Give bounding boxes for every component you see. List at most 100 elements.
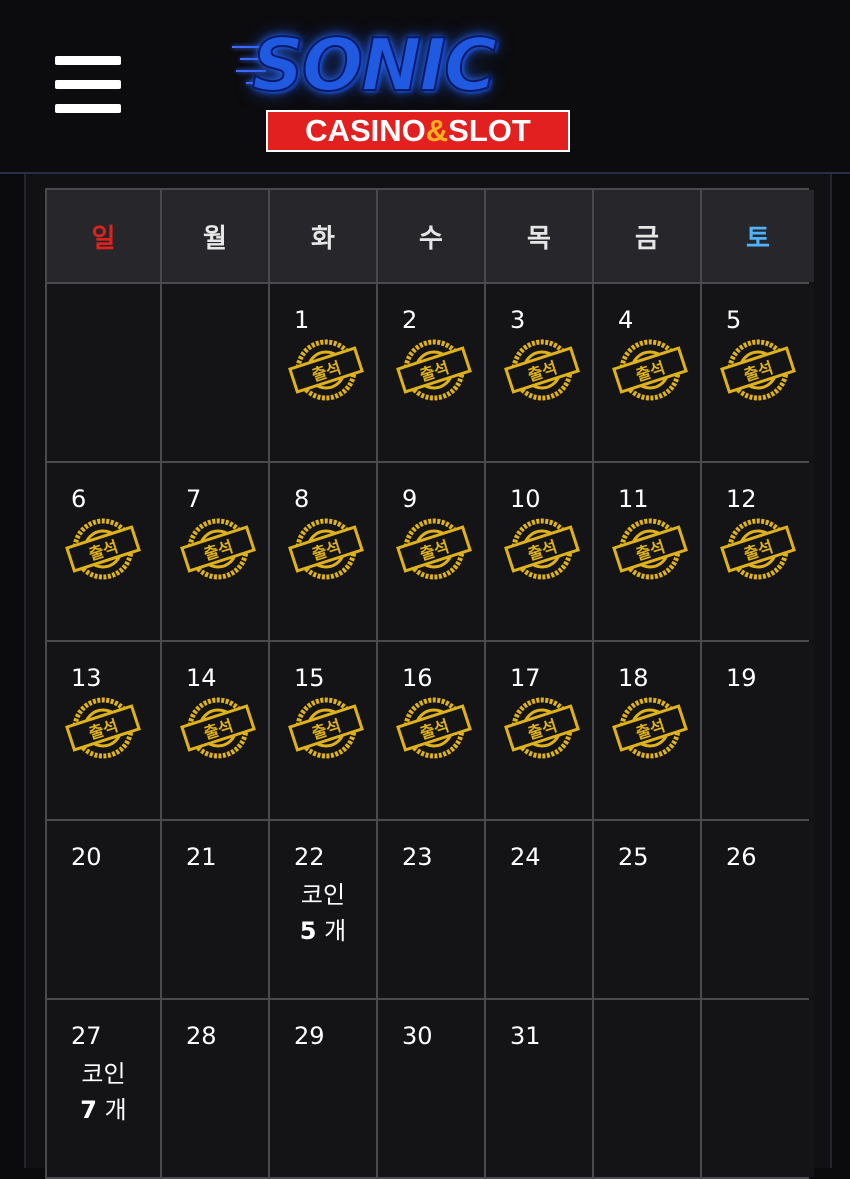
day-number: 1 bbox=[294, 306, 310, 334]
calendar-day-15[interactable]: 15 출석 bbox=[270, 642, 376, 819]
attendance-calendar: 일 월 화 수 목 금 토 1 출석 2 출석 3 출석 4 출석 5 출석 6 출석 7 출석 8 출석 9 출… bbox=[45, 188, 814, 1179]
attendance-stamp-icon: 출석 bbox=[612, 517, 690, 581]
attendance-stamp-icon: 출석 bbox=[65, 517, 143, 581]
calendar-empty-cell bbox=[162, 284, 268, 461]
day-number: 26 bbox=[726, 843, 757, 871]
day-number: 15 bbox=[294, 664, 325, 692]
day-number: 31 bbox=[510, 1022, 541, 1050]
day-number: 21 bbox=[186, 843, 217, 871]
calendar-empty-cell bbox=[702, 1000, 814, 1177]
attendance-stamp-icon: 출석 bbox=[288, 338, 366, 402]
sonic-casino-slot-logo[interactable]: SONIC CASINO&SLOT bbox=[232, 22, 612, 152]
attendance-stamp-icon: 출석 bbox=[720, 338, 798, 402]
day-number: 2 bbox=[402, 306, 418, 334]
attendance-stamp-icon: 출석 bbox=[180, 696, 258, 760]
calendar-day-27[interactable]: 27 코인 7 개 bbox=[47, 1000, 160, 1177]
day-number: 11 bbox=[618, 485, 649, 513]
calendar-day-10[interactable]: 10 출석 bbox=[486, 463, 592, 640]
calendar-day-4[interactable]: 4 출석 bbox=[594, 284, 700, 461]
coin-label: 코인 bbox=[300, 881, 346, 909]
calendar-day-11[interactable]: 11 출석 bbox=[594, 463, 700, 640]
calendar-day-5[interactable]: 5 출석 bbox=[702, 284, 814, 461]
calendar-day-20[interactable]: 20 bbox=[47, 821, 160, 998]
day-number: 7 bbox=[186, 485, 202, 513]
weekday-mon: 월 bbox=[162, 190, 268, 282]
calendar-day-8[interactable]: 8 출석 bbox=[270, 463, 376, 640]
calendar-day-21[interactable]: 21 bbox=[162, 821, 268, 998]
day-number: 14 bbox=[186, 664, 217, 692]
calendar-day-17[interactable]: 17 출석 bbox=[486, 642, 592, 819]
day-number: 17 bbox=[510, 664, 541, 692]
calendar-day-19[interactable]: 19 bbox=[702, 642, 814, 819]
calendar-day-23[interactable]: 23 bbox=[378, 821, 484, 998]
day-number: 12 bbox=[726, 485, 757, 513]
day-number: 5 bbox=[726, 306, 742, 334]
menu-icon[interactable] bbox=[55, 56, 121, 114]
coin-reward: 코인 7 개 bbox=[47, 1056, 160, 1128]
day-number: 10 bbox=[510, 485, 541, 513]
day-number: 27 bbox=[71, 1022, 102, 1050]
weekday-fri: 금 bbox=[594, 190, 700, 282]
calendar-day-6[interactable]: 6 출석 bbox=[47, 463, 160, 640]
day-number: 9 bbox=[402, 485, 418, 513]
attendance-stamp-icon: 출석 bbox=[65, 696, 143, 760]
calendar-day-30[interactable]: 30 bbox=[378, 1000, 484, 1177]
calendar-day-1[interactable]: 1 출석 bbox=[270, 284, 376, 461]
calendar-day-13[interactable]: 13 출석 bbox=[47, 642, 160, 819]
calendar-day-7[interactable]: 7 출석 bbox=[162, 463, 268, 640]
site-header: SONIC CASINO&SLOT bbox=[0, 0, 850, 174]
attendance-stamp-icon: 출석 bbox=[504, 338, 582, 402]
attendance-stamp-icon: 출석 bbox=[504, 696, 582, 760]
weekday-sun: 일 bbox=[47, 190, 160, 282]
coin-unit: 개 bbox=[104, 1096, 127, 1124]
logo-sub-amp: & bbox=[425, 113, 449, 148]
attendance-stamp-icon: 출석 bbox=[612, 338, 690, 402]
coin-unit: 개 bbox=[324, 917, 347, 945]
calendar-day-28[interactable]: 28 bbox=[162, 1000, 268, 1177]
calendar-day-26[interactable]: 26 bbox=[702, 821, 814, 998]
day-number: 25 bbox=[618, 843, 649, 871]
day-number: 6 bbox=[71, 485, 87, 513]
calendar-day-12[interactable]: 12 출석 bbox=[702, 463, 814, 640]
attendance-stamp-icon: 출석 bbox=[612, 696, 690, 760]
day-number: 13 bbox=[71, 664, 102, 692]
calendar-day-31[interactable]: 31 bbox=[486, 1000, 592, 1177]
attendance-stamp-icon: 출석 bbox=[396, 517, 474, 581]
calendar-empty-cell bbox=[47, 284, 160, 461]
coin-reward: 코인 5 개 bbox=[270, 877, 376, 949]
attendance-stamp-icon: 출석 bbox=[396, 696, 474, 760]
attendance-stamp-icon: 출석 bbox=[504, 517, 582, 581]
calendar-day-14[interactable]: 14 출석 bbox=[162, 642, 268, 819]
calendar-day-9[interactable]: 9 출석 bbox=[378, 463, 484, 640]
weekday-wed: 수 bbox=[378, 190, 484, 282]
calendar-day-2[interactable]: 2 출석 bbox=[378, 284, 484, 461]
weekday-thu: 목 bbox=[486, 190, 592, 282]
logo-title: SONIC bbox=[251, 22, 498, 108]
day-number: 3 bbox=[510, 306, 526, 334]
day-number: 29 bbox=[294, 1022, 325, 1050]
attendance-stamp-icon: 출석 bbox=[396, 338, 474, 402]
calendar-day-29[interactable]: 29 bbox=[270, 1000, 376, 1177]
attendance-stamp-icon: 출석 bbox=[288, 696, 366, 760]
coin-count: 7 bbox=[80, 1096, 97, 1124]
calendar-day-22[interactable]: 22 코인 5 개 bbox=[270, 821, 376, 998]
day-number: 16 bbox=[402, 664, 433, 692]
weekday-tue: 화 bbox=[270, 190, 376, 282]
calendar-day-24[interactable]: 24 bbox=[486, 821, 592, 998]
calendar-day-3[interactable]: 3 출석 bbox=[486, 284, 592, 461]
calendar-empty-cell bbox=[594, 1000, 700, 1177]
attendance-stamp-icon: 출석 bbox=[720, 517, 798, 581]
day-number: 19 bbox=[726, 664, 757, 692]
attendance-stamp-icon: 출석 bbox=[180, 517, 258, 581]
weekday-sat: 토 bbox=[702, 190, 814, 282]
calendar-day-25[interactable]: 25 bbox=[594, 821, 700, 998]
calendar-day-16[interactable]: 16 출석 bbox=[378, 642, 484, 819]
day-number: 23 bbox=[402, 843, 433, 871]
day-number: 24 bbox=[510, 843, 541, 871]
day-number: 22 bbox=[294, 843, 325, 871]
calendar-day-18[interactable]: 18 출석 bbox=[594, 642, 700, 819]
logo-subtitle: CASINO&SLOT bbox=[266, 110, 570, 152]
day-number: 20 bbox=[71, 843, 102, 871]
day-number: 18 bbox=[618, 664, 649, 692]
coin-amount: 5 개 bbox=[270, 913, 376, 949]
